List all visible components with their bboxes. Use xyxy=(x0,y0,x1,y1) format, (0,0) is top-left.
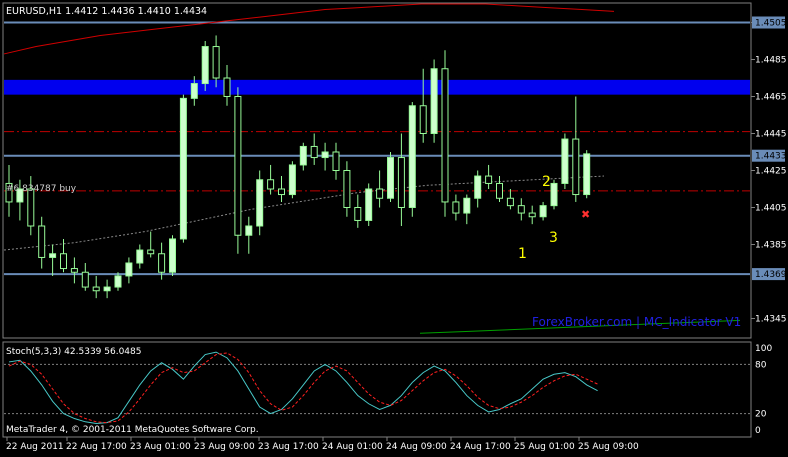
price-tick-label: 1.4345 xyxy=(755,315,787,325)
dashed-moving-average xyxy=(3,175,605,251)
bear-candle[interactable] xyxy=(158,253,166,273)
bear-candle[interactable] xyxy=(572,138,580,196)
price-tick-label: 1.4405 xyxy=(755,204,787,214)
bull-candle[interactable] xyxy=(463,197,471,214)
stoch-axis-label: 0 xyxy=(755,426,761,436)
main-chart-frame xyxy=(2,2,752,339)
bear-candle[interactable] xyxy=(419,105,427,134)
time-tick-label: 23 Aug 17:00 xyxy=(258,442,319,452)
bull-candle[interactable] xyxy=(583,153,591,196)
time-tick-label: 24 Aug 09:00 xyxy=(386,442,447,452)
bear-candle[interactable] xyxy=(27,188,35,227)
stoch-signal-line xyxy=(8,352,598,424)
price-tick-label: 1.4505 xyxy=(755,19,787,29)
bear-candle[interactable] xyxy=(452,201,460,214)
bear-candle[interactable] xyxy=(234,96,242,236)
bull-candle[interactable] xyxy=(561,138,569,184)
time-tick-label: 22 Aug 2011 xyxy=(6,442,64,452)
time-tick-label: 24 Aug 01:00 xyxy=(322,442,383,452)
bull-candle[interactable] xyxy=(103,286,111,292)
bear-candle[interactable] xyxy=(332,151,340,171)
bear-candle[interactable] xyxy=(92,286,100,292)
bear-candle[interactable] xyxy=(212,46,220,79)
wave-label-1: 1 xyxy=(518,246,527,262)
price-level-label: 1.4433 xyxy=(755,152,787,162)
bear-candle[interactable] xyxy=(343,170,351,208)
time-tick-label: 23 Aug 01:00 xyxy=(130,442,191,452)
bull-candle[interactable] xyxy=(408,105,416,208)
moving-averages-layer xyxy=(3,3,741,334)
bull-candle[interactable] xyxy=(245,225,253,236)
stoch-main-line xyxy=(8,351,598,424)
bear-candle[interactable] xyxy=(376,188,384,199)
blue-resistance-band xyxy=(4,79,750,95)
time-tick-label: 25 Aug 01:00 xyxy=(514,442,575,452)
bear-candle[interactable] xyxy=(485,175,493,184)
watermark: ForexBroker.com | MC_Indicator V1 xyxy=(532,315,741,329)
price-axis: 1.4505 1.4485 1.4465 1.4445 1.4425 1.4405 1.43… xyxy=(751,16,787,325)
wave-label-2: 2 xyxy=(542,174,551,190)
copyright: MetaTrader 4, © 2001-2011 MetaQuotes Sof… xyxy=(6,425,259,435)
stop-marker-icon: ✖ xyxy=(581,208,590,221)
time-axis: 22 Aug 2011 22 Aug 17:00 23 Aug 01:00 23 Au… xyxy=(6,437,639,452)
bear-candle[interactable] xyxy=(528,212,536,218)
bear-candle[interactable] xyxy=(517,205,525,214)
bull-candle[interactable] xyxy=(169,238,176,273)
time-tick-label: 24 Aug 17:00 xyxy=(450,442,511,452)
bull-candle[interactable] xyxy=(201,46,209,85)
stoch-axis-label: 80 xyxy=(755,360,767,370)
bear-candle[interactable] xyxy=(267,179,275,190)
time-tick-label: 25 Aug 09:00 xyxy=(578,442,639,452)
time-tick-label: 23 Aug 09:00 xyxy=(194,442,255,452)
bear-candle[interactable] xyxy=(223,77,231,97)
bull-candle[interactable] xyxy=(125,262,133,277)
stoch-axis-label: 100 xyxy=(755,344,772,354)
candles-layer xyxy=(5,35,591,299)
bull-candle[interactable] xyxy=(256,179,264,227)
bear-candle[interactable] xyxy=(70,268,78,273)
bull-candle[interactable] xyxy=(387,157,394,199)
bull-candle[interactable] xyxy=(550,182,558,207)
bull-candle[interactable] xyxy=(365,188,373,221)
symbol-header: EURUSD,H1 1.4412 1.4436 1.4410 1.4434 xyxy=(6,6,207,17)
stochastic-lines-layer: 100 80 20 0 xyxy=(4,344,772,436)
bull-candle[interactable] xyxy=(190,83,198,99)
price-level-label: 1.4369 xyxy=(755,270,787,280)
order-label[interactable]: #6 834787 buy xyxy=(6,184,77,194)
bull-candle[interactable] xyxy=(114,275,122,288)
bear-candle[interactable] xyxy=(60,253,67,270)
price-tick-label: 1.4425 xyxy=(755,167,787,177)
bear-candle[interactable] xyxy=(354,207,362,221)
price-tick-label: 1.4445 xyxy=(755,130,787,140)
bull-candle[interactable] xyxy=(288,164,296,196)
mt4-chart-window[interactable]: 100 80 20 0 1.4505 1.4485 1.4465 1.4445 1.4425 1… xyxy=(0,0,788,453)
chart-canvas[interactable]: 10080200 1.45051.44851.44651.44451.44251… xyxy=(0,0,788,453)
bear-candle[interactable] xyxy=(496,182,503,199)
stoch-title: Stoch(5,3,3) 42.5339 56.0485 xyxy=(6,347,141,357)
price-tick-label: 1.4485 xyxy=(755,56,787,66)
bear-candle[interactable] xyxy=(441,68,449,203)
bull-candle[interactable] xyxy=(179,97,187,240)
stoch-axis-label: 20 xyxy=(755,410,767,420)
time-tick-label: 22 Aug 17:00 xyxy=(66,442,127,452)
bear-candle[interactable] xyxy=(147,249,155,255)
bull-candle[interactable] xyxy=(539,205,547,218)
bull-candle[interactable] xyxy=(49,253,57,258)
bear-candle[interactable] xyxy=(397,157,405,209)
bear-candle[interactable] xyxy=(38,225,46,258)
bull-candle[interactable] xyxy=(474,175,482,199)
price-tick-label: 1.4385 xyxy=(755,241,787,251)
bull-candle[interactable] xyxy=(136,249,144,264)
bear-candle[interactable] xyxy=(278,188,285,196)
bear-candle[interactable] xyxy=(506,197,514,207)
price-tick-label: 1.4465 xyxy=(755,93,787,103)
bull-candle[interactable] xyxy=(299,145,307,166)
bull-candle[interactable] xyxy=(430,68,438,134)
bear-candle[interactable] xyxy=(310,145,318,159)
bear-candle[interactable] xyxy=(81,271,89,288)
bull-candle[interactable] xyxy=(321,151,329,159)
wave-label-3: 3 xyxy=(549,230,558,246)
